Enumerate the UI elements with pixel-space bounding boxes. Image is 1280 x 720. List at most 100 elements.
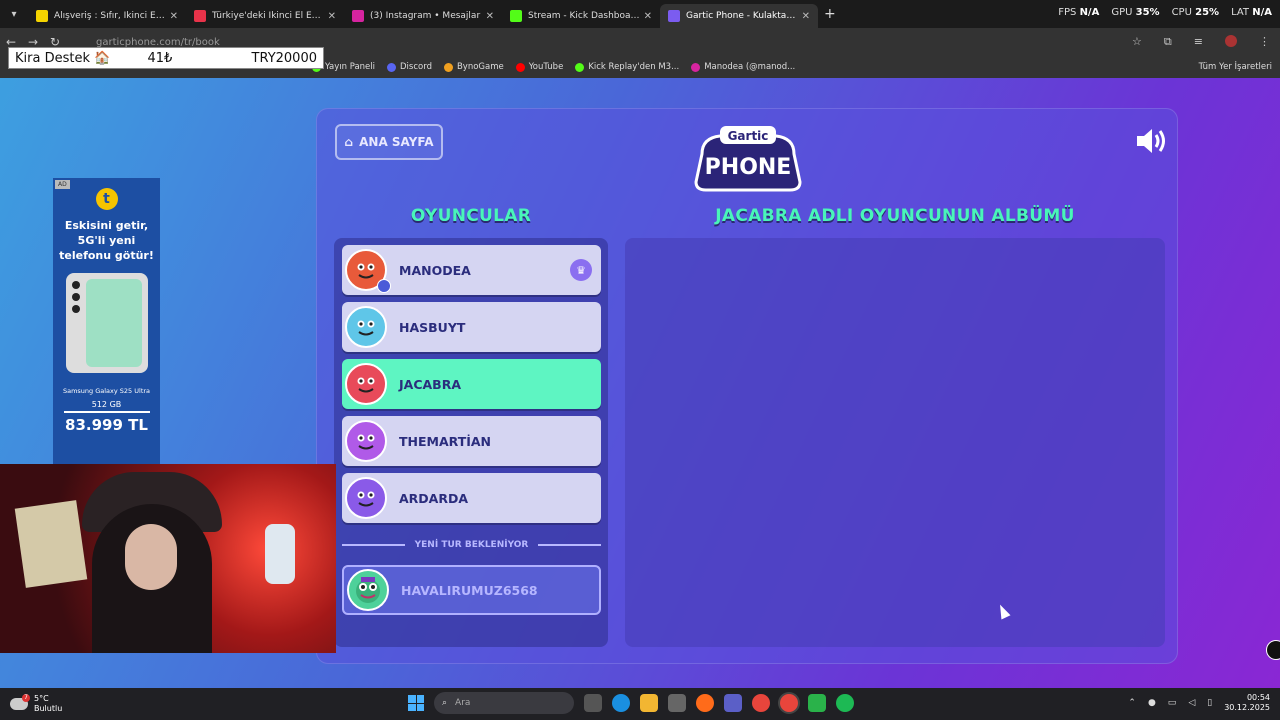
host-badge-icon (377, 279, 391, 293)
microphone-icon[interactable]: ● (1148, 698, 1156, 708)
extensions-icon[interactable]: ⧉ (1164, 35, 1172, 49)
tab-title: Alışveriş : Sıfır, İkinci El Ürünler (54, 11, 166, 21)
edge-browser-icon[interactable] (612, 694, 630, 712)
bookmark-label: YouTube (528, 62, 564, 72)
cpu-label: CPU (1171, 7, 1192, 18)
clock-date: 30.12.2025 (1224, 703, 1270, 712)
tab-favicon-icon (352, 10, 364, 22)
browser-tab[interactable]: Türkiye'deki İkinci El Eşyaları Al ✕ (186, 4, 344, 28)
search-icon: ⌕ (442, 698, 448, 708)
system-tray: ⌃ ● ▭ ◁ ▯ 00:54 30.12.2025 (1128, 693, 1270, 713)
player-row[interactable]: JACABRA (342, 359, 601, 409)
chrome-active-icon[interactable] (780, 694, 798, 712)
player-name: THEMARTİAN (399, 433, 492, 449)
browser-tab[interactable]: Stream - Kick Dashboard ✕ (502, 4, 660, 28)
player-avatar (345, 420, 387, 462)
all-bookmarks-folder[interactable]: Tüm Yer İşaretleri (1199, 62, 1272, 72)
close-tab-icon[interactable]: ✕ (644, 11, 652, 22)
camera-lens-icon (71, 293, 80, 301)
fps-value: N/A (1079, 7, 1100, 18)
bookmark-star-icon[interactable]: ☆ (1132, 35, 1142, 49)
close-tab-icon[interactable]: ✕ (802, 11, 810, 22)
browser-tab[interactable]: Alışveriş : Sıfır, İkinci El Ürünler ✕ (28, 4, 186, 28)
player-avatar (345, 249, 391, 293)
page-background: AD t Eskisini getir, 5G'li yeni telefonu… (0, 78, 1280, 688)
gpu-label: GPU (1111, 7, 1133, 18)
system-monitor: FPS N/A GPU 35% CPU 25% LAT N/A (1058, 7, 1272, 18)
player-name: HASBUYT (399, 319, 466, 335)
home-button[interactable]: ⌂ ANA SAYFA (335, 124, 443, 160)
weather-badge: 7 (22, 694, 30, 702)
fps-label: FPS (1058, 7, 1077, 18)
file-explorer-icon[interactable] (640, 694, 658, 712)
player-name: ARDARDA (399, 490, 469, 506)
sound-icon[interactable] (1134, 126, 1168, 156)
tab-favicon-icon (194, 10, 206, 22)
ad-price: 83.999 TL (65, 416, 148, 434)
rent-support-label: Kira Destek 🏠 (15, 50, 111, 66)
camera-lens-icon (71, 281, 80, 289)
bookmark-label: Manodea (@manod... (704, 62, 796, 72)
waiting-divider: YENİ TUR BEKLENİYOR (342, 538, 601, 552)
chrome-icon[interactable] (752, 694, 770, 712)
weather-description: Bulutlu (34, 704, 63, 713)
windows-start-icon[interactable] (408, 695, 424, 711)
player-row[interactable]: ARDARDA (342, 473, 601, 523)
tab-search-icon[interactable]: ▾ (0, 0, 28, 28)
browser-menu-icon[interactable]: ⋮ (1259, 35, 1270, 49)
firefox-icon[interactable] (696, 694, 714, 712)
weather-widget[interactable]: 7 5°C Bulutlu (10, 694, 62, 714)
profile-avatar[interactable] (1225, 35, 1237, 47)
waiting-label: YENİ TUR BEKLENİYOR (414, 540, 529, 550)
task-view-icon[interactable] (584, 694, 602, 712)
new-tab-button[interactable]: + (824, 6, 836, 22)
ad-headline: Eskisini getir, 5G'li yeni telefonu götü… (59, 219, 154, 262)
player-row[interactable]: MANODEA ♛ (342, 245, 601, 295)
bookmark-label: BynoGame (456, 62, 504, 72)
close-tab-icon[interactable]: ✕ (170, 11, 178, 22)
tab-title: Stream - Kick Dashboard (528, 11, 640, 21)
taskbar-search[interactable]: ⌕ Ara (434, 692, 574, 714)
volume-icon[interactable]: ◁ (1188, 698, 1195, 708)
close-tab-icon[interactable]: ✕ (486, 11, 494, 22)
crown-icon: ♛ (570, 259, 592, 281)
bookmark-item[interactable]: YouTube (515, 62, 564, 72)
advertisement-banner[interactable]: AD t Eskisini getir, 5G'li yeni telefonu… (53, 178, 160, 468)
webcam-overlay (0, 464, 336, 653)
browser-tab[interactable]: (3) Instagram • Mesajlar ✕ (344, 4, 502, 28)
logo-main-text: PHONE (705, 155, 792, 180)
player-row[interactable]: THEMARTİAN (342, 416, 601, 466)
windows-taskbar: 7 5°C Bulutlu ⌕ Ara ⌃ ● ▭ ◁ ▯ 00:54 30.1… (0, 688, 1280, 720)
album-area (625, 238, 1165, 647)
close-tab-icon[interactable]: ✕ (328, 11, 336, 22)
player-name: JACABRA (399, 376, 461, 392)
rent-support-goal: TRY20000 (251, 50, 317, 66)
bookmark-favicon-icon (515, 62, 525, 72)
clock-time: 00:54 (1246, 693, 1270, 702)
bookmark-item[interactable]: Manodea (@manod... (691, 62, 795, 72)
bookmark-item[interactable]: Discord (387, 62, 432, 72)
url-field[interactable]: garticphone.com/tr/book (96, 37, 220, 48)
battery-icon[interactable]: ▯ (1207, 698, 1212, 708)
player-row[interactable]: HASBUYT (342, 302, 601, 352)
taskbar-clock[interactable]: 00:54 30.12.2025 (1224, 693, 1270, 713)
side-panel-toggle[interactable] (1266, 640, 1280, 660)
bookmark-item[interactable]: Kick Replay'den M3... (575, 62, 679, 72)
teams-icon[interactable] (724, 694, 742, 712)
store-icon[interactable] (668, 694, 686, 712)
tab-title: Türkiye'deki İkinci El Eşyaları Al (212, 11, 324, 21)
bookmark-item[interactable]: BynoGame (443, 62, 504, 72)
rent-support-widget: Kira Destek 🏠 41₺ TRY20000 (8, 47, 324, 69)
phone-image (65, 273, 148, 373)
browser-tab[interactable]: Gartic Phone - Kulaktan Kulağa ✕ (660, 4, 818, 28)
streaming-app-icon[interactable] (808, 694, 826, 712)
pending-player-row: HAVALIRUMUZ6568 (342, 565, 601, 615)
player-name: MANODEA (399, 262, 471, 278)
ad-storage: 512 GB (63, 400, 150, 413)
tray-expand-icon[interactable]: ⌃ (1128, 698, 1136, 708)
spotify-icon[interactable] (836, 694, 854, 712)
pending-player-name: HAVALIRUMUZ6568 (401, 582, 538, 598)
network-icon[interactable]: ▭ (1168, 698, 1177, 708)
tab-title: Gartic Phone - Kulaktan Kulağa (686, 11, 798, 21)
media-controls-icon[interactable]: ≡ (1194, 35, 1203, 49)
